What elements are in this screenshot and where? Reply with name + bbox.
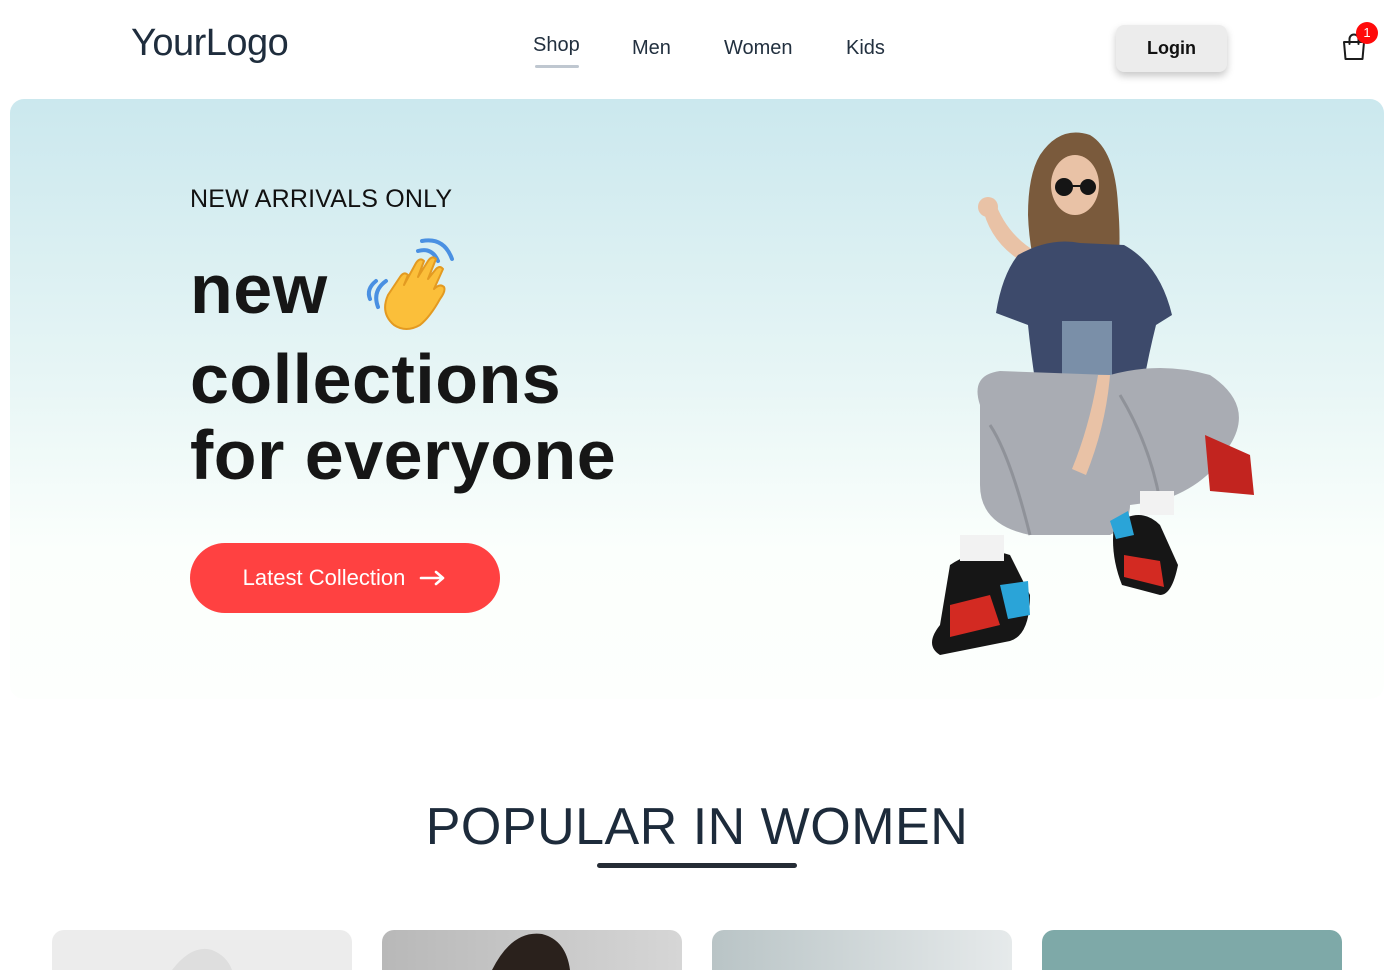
nav-item-men[interactable]: Men bbox=[632, 37, 671, 60]
product-card[interactable] bbox=[52, 930, 352, 970]
hero-eyebrow: NEW ARRIVALS ONLY bbox=[190, 185, 453, 213]
product-card[interactable] bbox=[382, 930, 682, 970]
hero-headline-line-2: collections bbox=[190, 340, 562, 418]
section-title-underline bbox=[597, 863, 797, 868]
nav-item-women[interactable]: Women bbox=[724, 37, 793, 60]
nav-item-label: Shop bbox=[533, 34, 580, 56]
cart-count-badge: 1 bbox=[1356, 22, 1378, 44]
product-card[interactable] bbox=[1042, 930, 1342, 970]
nav-item-label: Women bbox=[724, 37, 793, 59]
waving-hand-icon bbox=[360, 237, 460, 337]
nav-item-shop[interactable]: Shop bbox=[533, 34, 580, 68]
latest-collection-button[interactable]: Latest Collection bbox=[190, 543, 500, 613]
nav-item-label: Kids bbox=[846, 37, 885, 59]
login-button[interactable]: Login bbox=[1116, 25, 1227, 72]
hero-model-image bbox=[910, 125, 1255, 685]
logo[interactable]: YourLogo bbox=[131, 22, 289, 65]
navbar: YourLogo Shop Men Women Kids Login 1 bbox=[0, 0, 1394, 98]
latest-collection-label: Latest Collection bbox=[242, 565, 406, 590]
active-nav-underline bbox=[535, 65, 579, 68]
arrow-right-icon bbox=[420, 570, 445, 586]
nav-item-label: Men bbox=[632, 37, 671, 59]
hero-banner: NEW ARRIVALS ONLY new collections for ev… bbox=[10, 99, 1384, 699]
hero-headline-line-3: for everyone bbox=[190, 416, 617, 494]
hero-headline-line-1: new bbox=[190, 250, 328, 328]
nav-item-kids[interactable]: Kids bbox=[846, 37, 885, 60]
product-card[interactable] bbox=[712, 930, 1012, 970]
section-title: POPULAR IN WOMEN bbox=[425, 798, 969, 856]
